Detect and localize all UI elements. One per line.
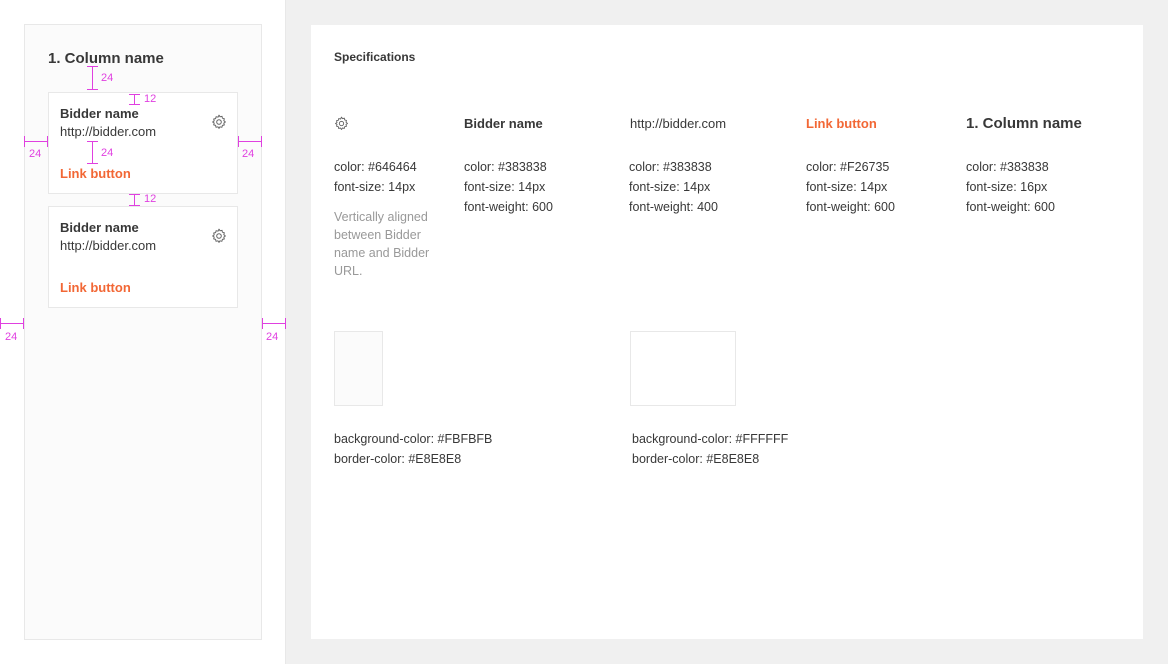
bidder-name: Bidder name [60, 106, 139, 121]
card-swatch-spec: background-color: #FFFFFF border-color: … [632, 432, 789, 466]
column-title: 1. Column name [48, 50, 164, 67]
specifications-panel: Specifications color: #646464 font-size:… [311, 25, 1143, 639]
column-name-sample: 1. Column name [966, 115, 1082, 132]
column-name-spec: color: #383838 font-size: 16px font-weig… [966, 160, 1055, 214]
bidder-url-spec: color: #383838 font-size: 14px font-weig… [629, 160, 718, 214]
gear-icon[interactable] [211, 114, 227, 130]
bidder-card[interactable]: Bidder name http://bidder.com Link butto… [48, 92, 238, 194]
column-swatch-spec: background-color: #FBFBFB border-color: … [334, 432, 493, 466]
column-swatch [334, 331, 383, 406]
bidder-name-spec: color: #383838 font-size: 14px font-weig… [464, 160, 553, 214]
bidder-name-sample: Bidder name [464, 116, 543, 131]
link-button[interactable]: Link button [60, 166, 131, 181]
gear-note: Vertically aligned between Bidder name a… [334, 210, 430, 278]
link-button-spec: color: #F26735 font-size: 14px font-weig… [806, 160, 895, 214]
bidder-url[interactable]: http://bidder.com [60, 238, 156, 253]
bidder-card[interactable]: Bidder name http://bidder.com Link butto… [48, 206, 238, 308]
specifications-title: Specifications [334, 50, 416, 64]
gear-icon[interactable] [211, 228, 227, 244]
gear-spec: color: #646464 font-size: 14px [334, 160, 417, 194]
bidder-name: Bidder name [60, 220, 139, 235]
bidder-url[interactable]: http://bidder.com [60, 124, 156, 139]
link-button-sample: Link button [806, 116, 877, 131]
bidder-url-sample: http://bidder.com [630, 116, 727, 131]
link-button[interactable]: Link button [60, 280, 131, 295]
card-swatch [630, 331, 736, 406]
gear-icon [335, 116, 348, 130]
